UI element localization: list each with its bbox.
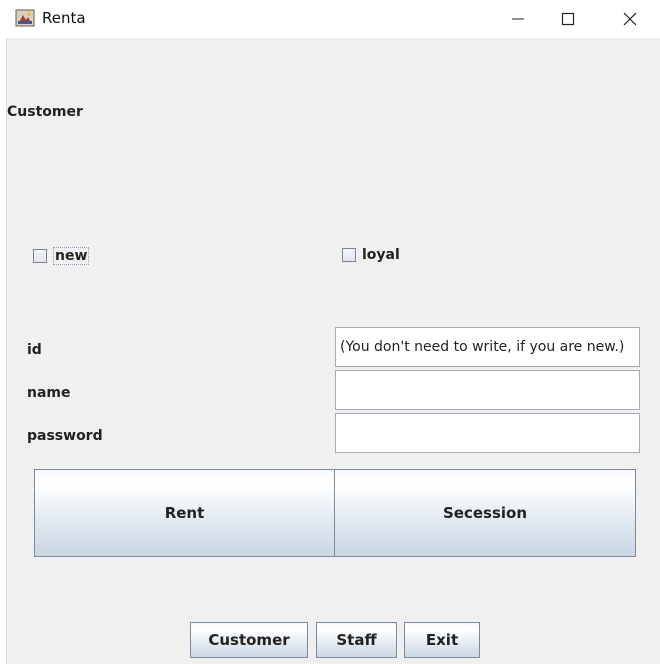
loyal-checkbox-box[interactable] (342, 248, 356, 262)
maximize-button[interactable] (543, 0, 593, 38)
secession-button-label: Secession (442, 504, 528, 522)
customer-nav-button[interactable]: Customer (190, 622, 308, 658)
title-bar[interactable]: Renta (0, 0, 660, 38)
section-heading: Customer (7, 104, 83, 120)
customer-nav-label: Customer (208, 631, 290, 649)
maximize-icon (561, 12, 575, 26)
app-icon (15, 8, 35, 28)
staff-nav-button[interactable]: Staff (316, 622, 397, 658)
new-checkbox-box[interactable] (33, 249, 47, 263)
exit-button-label: Exit (425, 631, 459, 649)
name-field[interactable] (335, 370, 640, 410)
loyal-checkbox[interactable]: loyal (342, 247, 400, 263)
loyal-checkbox-label[interactable]: loyal (362, 247, 400, 263)
id-label: id (27, 342, 42, 358)
secession-button[interactable]: Secession (334, 469, 636, 557)
name-label: name (27, 385, 71, 401)
staff-nav-label: Staff (336, 631, 377, 649)
password-label: password (27, 428, 103, 444)
close-button[interactable] (605, 0, 655, 38)
new-checkbox[interactable]: new (33, 247, 90, 265)
close-icon (623, 12, 637, 26)
minimize-button[interactable] (493, 0, 543, 38)
app-window: Renta Customer new loyal id name passwor… (0, 0, 660, 664)
window-left-border (6, 38, 7, 664)
password-field[interactable] (335, 413, 640, 453)
rent-button[interactable]: Rent (34, 469, 335, 557)
exit-button[interactable]: Exit (404, 622, 480, 658)
minimize-icon (512, 18, 524, 20)
new-checkbox-label[interactable]: new (53, 247, 90, 265)
rent-button-label: Rent (164, 504, 205, 522)
window-title: Renta (42, 9, 86, 27)
id-field[interactable] (335, 327, 640, 367)
